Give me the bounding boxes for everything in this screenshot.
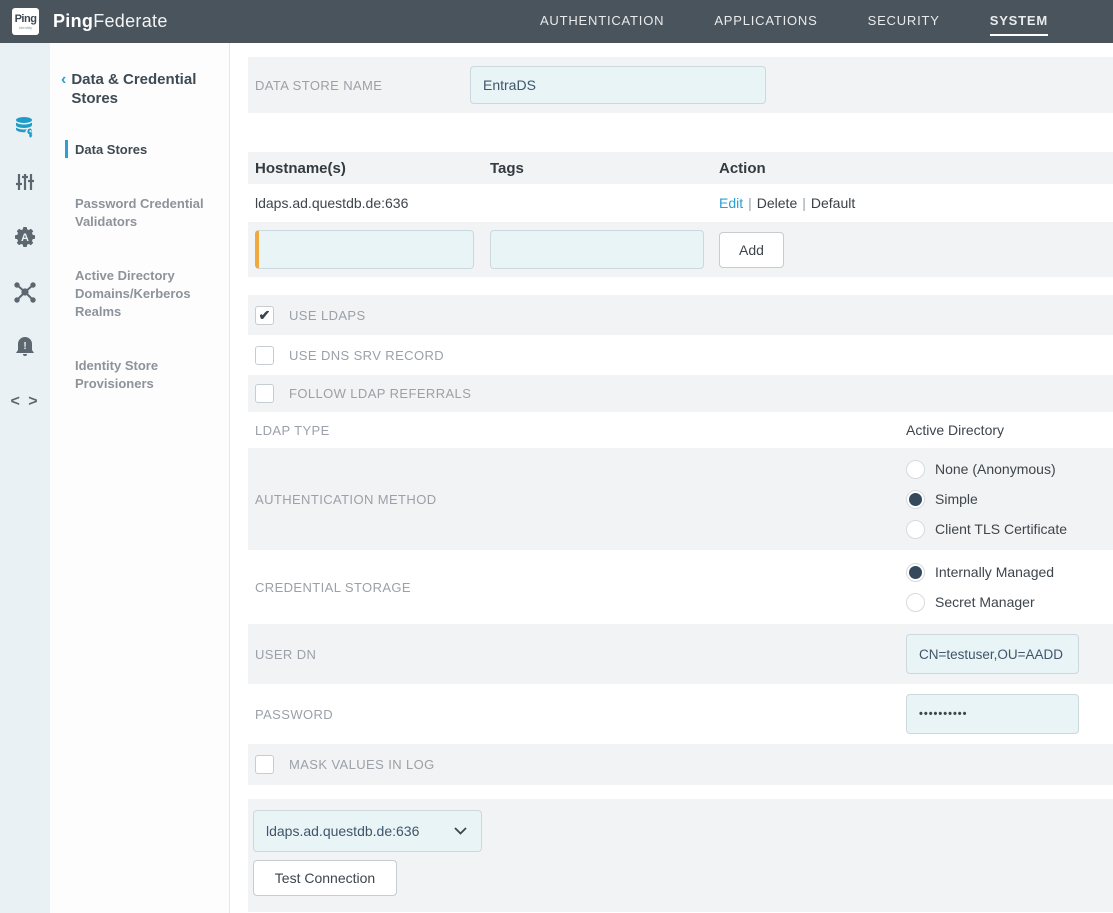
radio-circle[interactable] <box>906 593 925 612</box>
ldap-type-value: Active Directory <box>906 422 1113 438</box>
use-ldaps-checkbox[interactable]: ✔ <box>255 306 274 325</box>
follow-ldap-referrals-checkbox[interactable]: ✔ <box>255 384 274 403</box>
data-stores-icon[interactable] <box>12 114 38 140</box>
radio-none-anonymous[interactable]: None (Anonymous) <box>906 454 1113 484</box>
sidebar-item-identity-store-provisioners[interactable]: Identity Store Provisioners <box>75 357 215 393</box>
logo-subtext: Identity <box>19 26 32 30</box>
data-store-name-input[interactable] <box>470 66 766 104</box>
svg-text:A: A <box>21 232 29 244</box>
col-action: Action <box>719 160 1113 177</box>
hostname-select-value: ldaps.ad.questdb.de:636 <box>266 823 454 839</box>
credential-storage-options: Internally Managed Secret Manager <box>906 557 1113 617</box>
radio-circle-selected[interactable] <box>906 563 925 582</box>
use-dns-srv-checkbox[interactable]: ✔ <box>255 346 274 365</box>
use-ldaps-label: USE LDAPS <box>289 308 366 323</box>
credential-storage-label: CREDENTIAL STORAGE <box>255 580 411 595</box>
col-tags: Tags <box>490 160 719 177</box>
sidebar-item-ad-domains-kerberos[interactable]: Active Directory Domains/Kerberos Realms <box>75 267 215 321</box>
code-icon[interactable]: < > <box>12 389 38 415</box>
authentication-method-options: None (Anonymous) Simple Client TLS Certi… <box>906 454 1113 544</box>
sidebar: ‹ Data & Credential Stores Data Stores P… <box>50 43 230 913</box>
user-dn-row: USER DN <box>248 624 1113 684</box>
back-chevron-icon[interactable]: ‹ <box>61 70 66 108</box>
authentication-method-label: AUTHENTICATION METHOD <box>255 492 437 507</box>
add-hostname-row: Add <box>248 222 1113 277</box>
top-header: Ping Identity PingFederate AUTHENTICATIO… <box>0 0 1113 43</box>
password-label: PASSWORD <box>255 707 333 722</box>
mask-values-row: ✔ MASK VALUES IN LOG <box>248 744 1113 785</box>
ldap-type-label: LDAP TYPE <box>255 423 330 438</box>
ldap-type-row: LDAP TYPE Active Directory <box>248 412 1113 448</box>
edit-link[interactable]: Edit <box>719 195 743 211</box>
user-dn-label: USER DN <box>255 647 316 662</box>
sidebar-item-data-stores[interactable]: Data Stores <box>75 141 215 159</box>
radio-secret-manager[interactable]: Secret Manager <box>906 587 1113 617</box>
radio-client-tls-certificate[interactable]: Client TLS Certificate <box>906 514 1113 544</box>
nav-authentication[interactable]: AUTHENTICATION <box>540 7 664 36</box>
use-ldaps-row: ✔ USE LDAPS <box>248 295 1113 335</box>
hostname-value: ldaps.ad.questdb.de:636 <box>255 195 490 211</box>
settings-sliders-icon[interactable] <box>12 169 38 195</box>
sidebar-item-password-credential-validators[interactable]: Password Credential Validators <box>75 195 215 231</box>
notifications-bell-icon[interactable]: ! <box>12 334 38 360</box>
radio-simple[interactable]: Simple <box>906 484 1113 514</box>
follow-ldap-referrals-row: ✔ FOLLOW LDAP REFERRALS <box>248 375 1113 412</box>
radio-circle[interactable] <box>906 520 925 539</box>
radio-circle-selected[interactable] <box>906 490 925 509</box>
radio-circle[interactable] <box>906 460 925 479</box>
user-dn-input[interactable] <box>906 634 1079 674</box>
radio-internally-managed[interactable]: Internally Managed <box>906 557 1113 587</box>
main-content: DATA STORE NAME Hostname(s) Tags Action … <box>230 43 1113 913</box>
chevron-down-icon <box>454 827 467 835</box>
nav-security[interactable]: SECURITY <box>868 7 940 36</box>
authentication-method-row: AUTHENTICATION METHOD None (Anonymous) S… <box>248 448 1113 550</box>
col-hostnames: Hostname(s) <box>255 160 490 177</box>
admin-gear-icon[interactable]: A <box>12 224 38 250</box>
logo-text: Ping <box>15 14 37 25</box>
data-store-name-label: DATA STORE NAME <box>255 78 470 93</box>
credential-storage-row: CREDENTIAL STORAGE Internally Managed Se… <box>248 550 1113 624</box>
new-tags-input[interactable] <box>490 230 704 269</box>
connections-icon[interactable] <box>12 279 38 305</box>
svg-text:!: ! <box>23 341 26 352</box>
nav-system[interactable]: SYSTEM <box>990 7 1048 36</box>
mask-values-label: MASK VALUES IN LOG <box>289 757 435 772</box>
pingfederate-app: Ping Identity PingFederate AUTHENTICATIO… <box>0 0 1113 913</box>
nav-applications[interactable]: APPLICATIONS <box>714 7 817 36</box>
hostnames-table-header: Hostname(s) Tags Action <box>248 152 1113 184</box>
follow-ldap-referrals-label: FOLLOW LDAP REFERRALS <box>289 386 471 401</box>
password-row: PASSWORD <box>248 684 1113 744</box>
use-dns-srv-label: USE DNS SRV RECORD <box>289 348 444 363</box>
add-button[interactable]: Add <box>719 232 784 268</box>
hostname-select[interactable]: ldaps.ad.questdb.de:636 <box>253 810 482 852</box>
new-hostname-input[interactable] <box>255 230 474 269</box>
test-connection-button[interactable]: Test Connection <box>253 860 397 896</box>
delete-link[interactable]: Delete <box>757 195 797 211</box>
row-actions: Edit|Delete|Default <box>719 195 1113 211</box>
default-link[interactable]: Default <box>811 195 855 211</box>
hostname-table-row: ldaps.ad.questdb.de:636 Edit|Delete|Defa… <box>248 184 1113 222</box>
data-store-name-row: DATA STORE NAME <box>248 57 1113 113</box>
mask-values-checkbox[interactable]: ✔ <box>255 755 274 774</box>
ping-identity-logo: Ping Identity <box>12 8 39 35</box>
use-dns-srv-row: ✔ USE DNS SRV RECORD <box>248 335 1113 375</box>
sidebar-title: Data & Credential Stores <box>71 70 215 108</box>
app-title: PingFederate <box>53 11 168 32</box>
password-input[interactable] <box>906 694 1079 734</box>
icon-rail: A ! < > <box>0 43 50 913</box>
test-connection-panel: ldaps.ad.questdb.de:636 Test Connection <box>248 799 1113 912</box>
main-nav: AUTHENTICATION APPLICATIONS SECURITY SYS… <box>540 7 1048 36</box>
